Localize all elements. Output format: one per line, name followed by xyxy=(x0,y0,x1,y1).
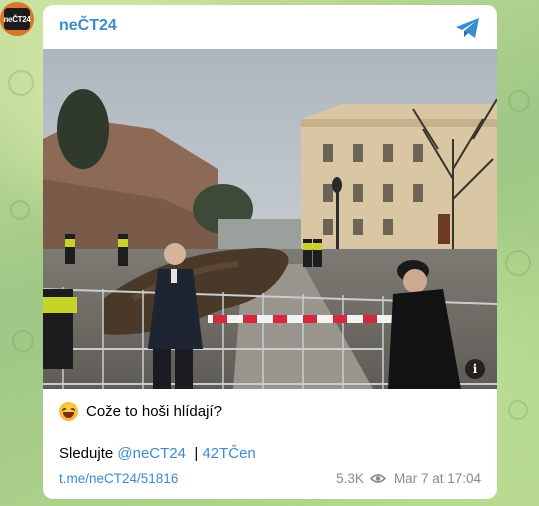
photo-scene xyxy=(43,49,497,389)
view-count: 5.3K xyxy=(336,471,364,486)
message-text: Cože to hoši hlídají? xyxy=(59,402,222,421)
channel-name[interactable]: neČT24 xyxy=(59,17,117,35)
background-doodle xyxy=(12,330,34,352)
message-meta: 5.3K Mar 7 at 17:04 xyxy=(336,471,481,486)
message-card: neČT24 i Cože to hoši hlídají? Sledujte … xyxy=(43,5,497,499)
follow-line: Sledujte @neCT24 | 42TČen xyxy=(59,445,256,462)
eye-icon xyxy=(369,474,386,483)
channel-avatar[interactable]: neČT24 xyxy=(0,2,34,36)
background-doodle xyxy=(508,400,528,420)
follow-separator: | xyxy=(194,445,199,462)
follow-prefix: Sledujte xyxy=(59,445,114,462)
channel-mention-link[interactable]: @neCT24 xyxy=(117,445,186,462)
message-date: Mar 7 at 17:04 xyxy=(393,471,481,486)
post-link[interactable]: t.me/neCT24/51816 xyxy=(59,471,178,486)
avatar-logo-text: neČT24 xyxy=(3,8,31,30)
background-doodle xyxy=(8,70,34,96)
message-photo[interactable]: i xyxy=(43,49,497,389)
info-icon[interactable]: i xyxy=(465,359,485,379)
background-doodle xyxy=(10,200,30,220)
background-doodle xyxy=(505,250,531,276)
hashtag-link[interactable]: 42TČen xyxy=(202,445,255,462)
telegram-icon[interactable] xyxy=(455,17,481,39)
message-text-body: Cože to hoši hlídají? xyxy=(86,403,222,420)
laughing-emoji-icon xyxy=(59,402,78,421)
background-doodle xyxy=(508,90,530,112)
